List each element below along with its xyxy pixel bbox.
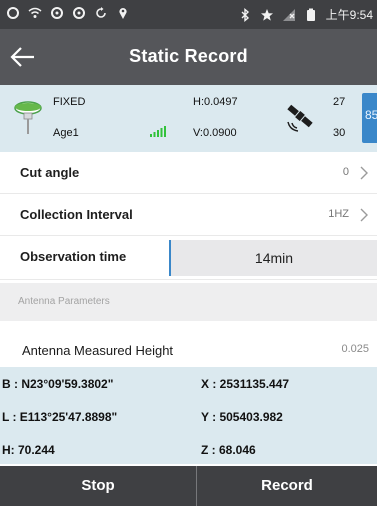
location-icon (119, 8, 127, 19)
horizontal-accuracy: H:0.0497 (193, 96, 238, 108)
collection-interval-label: Collection Interval (20, 207, 133, 222)
record-button[interactable]: Record (197, 466, 377, 506)
cut-angle-value: 0 (342, 166, 349, 178)
collection-interval-row[interactable]: Collection Interval 1HZ (0, 194, 377, 236)
status-bar-right-icons: 上午9:54 (238, 6, 373, 23)
status-bar: 上午9:54 (0, 0, 377, 29)
antenna-height-value: 0.025 (341, 343, 369, 355)
receiver-battery-value: 85 (365, 108, 377, 122)
battery-icon (306, 8, 315, 21)
status-time: 上午9:54 (325, 8, 373, 22)
vertical-accuracy: V:0.0900 (193, 127, 237, 139)
app-icon (7, 7, 19, 19)
signal-strength-icon (150, 126, 166, 137)
height-value: H: 70.244 (2, 443, 55, 457)
status-bar-left-icons (6, 6, 130, 20)
bluetooth-icon (241, 7, 249, 22)
coordinates-panel: B : N23°09'59.3802" X : 2531135.447 L : … (0, 367, 377, 464)
gnss-receiver-icon (14, 101, 42, 134)
cut-angle-label: Cut angle (20, 165, 80, 180)
app-icon (51, 7, 63, 19)
chevron-right-icon (360, 166, 368, 180)
cut-angle-row[interactable]: Cut angle 0 (0, 152, 377, 194)
app-bar: Static Record (0, 29, 377, 85)
y-coordinate-value: Y : 505403.982 (201, 410, 283, 424)
receiver-battery: 85 (362, 93, 377, 143)
bottom-action-bar: Stop Record (0, 466, 377, 506)
gnss-status-panel[interactable]: FIXED Age1 H:0.0497 V:0.0900 27 30 85 (0, 85, 377, 152)
page-title: Static Record (129, 46, 248, 66)
app-icon (73, 7, 85, 19)
solution-status: FIXED (53, 96, 86, 108)
antenna-height-row[interactable]: Antenna Measured Height 0.025 (0, 321, 377, 367)
longitude-value: L : E113°25'47.8898" (2, 410, 118, 424)
wifi-icon (28, 7, 42, 18)
observation-time-row: Observation time 14min (0, 236, 377, 280)
latitude-value: B : N23°09'59.3802" (2, 377, 114, 391)
chevron-right-icon (360, 208, 368, 222)
antenna-parameters-header: Antenna Parameters (0, 283, 377, 321)
z-coordinate-value: Z : 68.046 (201, 443, 256, 457)
observation-time-label: Observation time (20, 249, 127, 264)
antenna-height-label: Antenna Measured Height (22, 343, 174, 358)
satellite-icon (287, 104, 313, 132)
observation-time-field[interactable]: 14min (169, 240, 377, 276)
star-icon (260, 8, 273, 21)
differential-age: Age1 (53, 127, 79, 139)
sync-icon (96, 7, 106, 18)
no-signal-icon (282, 8, 295, 21)
antenna-parameters-title: Antenna Parameters (18, 296, 110, 307)
observation-time-value: 14min (254, 250, 294, 266)
collection-interval-value: 1HZ (328, 208, 349, 220)
satellites-visible: 30 (333, 127, 346, 139)
satellites-used: 27 (333, 96, 346, 108)
x-coordinate-value: X : 2531135.447 (201, 377, 290, 391)
stop-button[interactable]: Stop (0, 466, 196, 506)
